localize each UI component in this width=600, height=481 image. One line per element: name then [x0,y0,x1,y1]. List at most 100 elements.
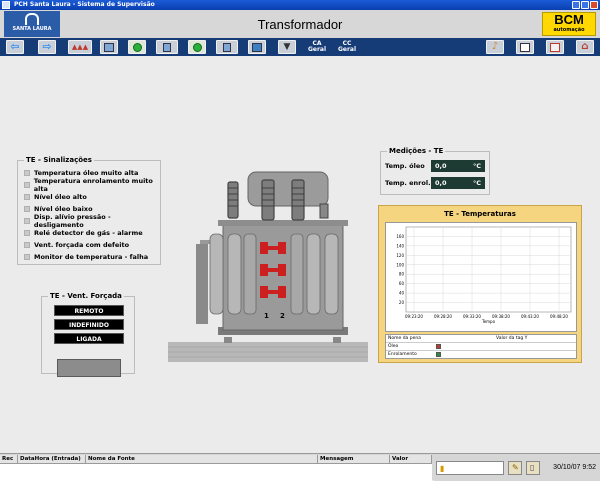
u1-button[interactable] [156,40,178,54]
window-title: PCH Santa Laura - Sistema de Supervisão [14,1,155,8]
window-titlebar: PCH Santa Laura - Sistema de Supervisão [0,0,600,10]
cubicle-icon [104,43,114,52]
legend-swatch-winding [436,352,441,357]
event-log-header: Rec DataHora (Entrada) Nome da Fonte Men… [0,455,432,463]
signal-indicator [24,230,30,236]
bell-icon: ♪ [491,41,499,52]
signals-title: TE - Sinalizações [24,156,94,164]
ca-geral-button[interactable]: CA Geral [306,40,328,54]
undefined-status-button[interactable]: INDEFINIDO [54,319,124,330]
y-tick-label: 60 [399,281,405,286]
g2-button[interactable] [188,40,206,54]
close-button[interactable] [590,1,598,9]
signal-row: Nível óleo alto [24,192,87,202]
status-bar: Rec DataHora (Entrada) Nome da Fonte Men… [0,453,600,481]
x-tick-label: 09:33:20 [463,314,481,319]
remote-status-button[interactable]: REMOTO [54,305,124,316]
winding-temp-row: Temp. enrol. 0,0 °C [385,177,485,189]
panel-button[interactable] [248,40,266,54]
app-icon [2,1,10,9]
signal-row: Temperatura enrolamento muito alta [24,177,160,193]
signal-label: Vent. forçada com defeito [34,241,130,249]
acknowledge-icon: ✎ [512,463,519,472]
unit-2-icon [223,43,231,52]
col-fonte[interactable]: Nome da Fonte [86,455,318,463]
trend-button[interactable] [546,40,564,54]
home-button[interactable]: ⌂ [576,40,594,54]
report-button[interactable] [516,40,534,54]
legend-series-name: Óleo [388,344,399,349]
alarm-lamp-icon: ▮ [440,464,445,473]
chart-area: 20 40 60 80 100 120 140 160 09:23:20 09:28:20 09:3… [385,222,577,332]
signal-label: Relé detector de gás - alarme [34,229,143,237]
ventilation-panel: TE - Vent. Forçada REMOTO INDEFINIDO LIG… [41,292,135,377]
x-tick-label: 09:48:20 [550,314,568,319]
legend-swatch-oil [436,344,441,349]
header: SANTA LAURA Transformador BCM automação [0,10,600,38]
col-valor[interactable]: Valor [390,455,432,463]
measurements-panel: Medições - TE Temp. óleo 0,0 °C Temp. enr… [380,147,490,195]
alarm-bell-button[interactable]: ♪ [486,40,504,54]
back-button[interactable]: ⇦ [6,40,24,54]
transformer-icon: ▼ [283,42,291,52]
transformer-button[interactable]: ▼ [278,40,296,54]
signal-indicator [24,218,30,224]
signal-row: Monitor de temperatura - falha [24,252,148,262]
maximize-button[interactable] [581,1,589,9]
switchgear-icon: ▲▲▲ [71,43,89,51]
ventilation-display [57,359,121,377]
y-tick-label: 140 [396,243,404,248]
logout-button[interactable]: ▯ [526,461,540,475]
cubicle-button[interactable] [100,40,118,54]
signal-label: Nível óleo baixo [34,205,93,213]
legend-header-name: Nome da pena [388,336,421,341]
wheel [224,337,232,343]
signal-row: Relé detector de gás - alarme [24,228,143,238]
x-tick-label: 09:28:20 [434,314,452,319]
santa-laura-logo: SANTA LAURA [4,11,60,37]
plot-area [405,226,572,313]
signal-label: Temperatura enrolamento muito alta [33,177,153,193]
col-datahora[interactable]: DataHora (Entrada) [18,455,86,463]
on-status-button[interactable]: LIGADA [54,333,124,344]
signal-indicator [24,182,30,188]
chart-legend-table: Nome da pena Valor da tag Y Óleo Enrolam… [385,334,577,359]
switchgear-button[interactable]: ▲▲▲ [68,40,92,54]
signal-label: Disp. alívio pressão - desligamento [33,213,111,229]
g1-button[interactable] [128,40,146,54]
x-axis-label: Tempo [481,319,496,324]
signal-indicator [24,242,30,248]
measurements-title: Medições - TE [387,147,446,155]
y-tick-label: 120 [396,253,404,258]
navigation-toolbar: ⇦ ⇨ ▲▲▲ ▼ CA Geral CC Geral ♪ ⌂ [0,38,600,56]
cc-geral-button[interactable]: CC Geral [336,40,358,54]
forward-button[interactable]: ⇨ [38,40,56,54]
home-icon: ⌂ [581,41,589,52]
col-mensagem[interactable]: Mensagem [318,455,390,463]
oil-temp-unit: °C [472,162,481,170]
signals-panel: TE - Sinalizações Temperatura óleo muito… [17,156,161,265]
temperature-chart: 20 40 60 80 100 120 140 160 09:23:20 09:28:20 09:3… [396,226,572,324]
signal-indicator [24,170,30,176]
alarm-area: ▮ ✎ ▯ 30/10/07 9:52 [434,455,600,481]
minimize-button[interactable] [572,1,580,9]
y-tick-label: 160 [396,234,404,239]
oil-temp-reading: 0,0 [435,162,447,170]
cc-geral-label: CC Geral [337,40,357,53]
trend-icon [550,43,560,52]
panel-icon [252,43,262,52]
u2-button[interactable] [216,40,238,54]
alarm-field[interactable]: ▮ [436,461,504,475]
transformer-diagram: 1 2 [168,171,368,362]
col-rec[interactable]: Rec [0,455,18,463]
clock: 30/10/07 9:52 [553,464,596,471]
oil-temp-value: 0,0 °C [431,160,485,172]
unit-1-icon [163,43,171,52]
event-log[interactable] [0,463,432,481]
signal-indicator [24,194,30,200]
breather [319,203,329,219]
y-tick-label: 40 [399,291,405,296]
legend-row: Óleo [386,343,576,351]
ca-geral-label: CA Geral [307,40,327,53]
acknowledge-button[interactable]: ✎ [508,461,522,475]
